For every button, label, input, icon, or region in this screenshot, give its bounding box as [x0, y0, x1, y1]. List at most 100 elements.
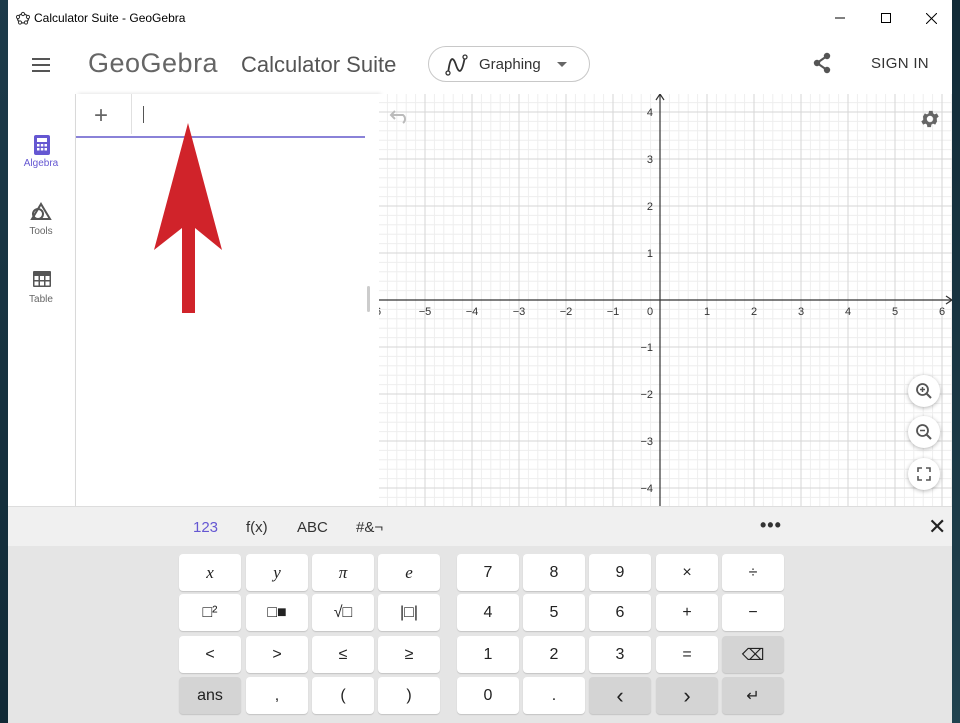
x-tick-label: 5 [892, 306, 898, 318]
key-right-0-3[interactable]: × [656, 554, 718, 591]
y-tick-label: −4 [640, 483, 653, 495]
graphing-icon [445, 54, 468, 76]
key-right-0-4[interactable]: ÷ [722, 554, 784, 591]
keyboard-tab-functions[interactable]: f(x) [246, 519, 268, 536]
keyboard-tab-abc[interactable]: ABC [297, 519, 328, 536]
close-keyboard-button[interactable]: ✕ [928, 514, 946, 540]
key-left-2-0[interactable]: < [179, 636, 241, 673]
add-item-button[interactable]: + [94, 102, 108, 130]
maximize-icon [881, 13, 891, 23]
app-header: GeoGebra Calculator Suite Graphing SIGN … [8, 36, 952, 94]
nav-label-tools: Tools [29, 226, 53, 237]
key-right-1-4[interactable]: − [722, 594, 784, 631]
minimize-button[interactable] [817, 0, 863, 36]
key-left-0-1[interactable]: y [246, 554, 308, 591]
nav-item-algebra[interactable]: Algebra [8, 124, 76, 184]
y-tick-label: 3 [647, 154, 653, 166]
y-tick-label: −1 [640, 342, 653, 354]
key-right-1-3[interactable]: + [656, 594, 718, 631]
panel-resize-handle[interactable] [367, 286, 370, 312]
key-left-1-2[interactable]: √□ [312, 594, 374, 631]
keyboard-tab-123[interactable]: 123 [193, 519, 218, 536]
key-right-0-2[interactable]: 9 [589, 554, 651, 591]
zoom-in-icon [916, 383, 932, 399]
key-right-1-2[interactable]: 6 [589, 594, 651, 631]
key-left-3-1[interactable]: , [246, 677, 308, 714]
maximize-button[interactable] [863, 0, 909, 36]
y-tick-label: −3 [640, 436, 653, 448]
key-right-2-4[interactable]: ⌫ [722, 636, 784, 673]
fullscreen-button[interactable] [908, 458, 940, 490]
nav-item-table[interactable]: Table [8, 260, 76, 320]
key-right-2-3[interactable]: = [656, 636, 718, 673]
graphics-view[interactable]: 6 −5 −4 −3 −2 −1 0 1 2 3 4 5 6 4 3 2 1 −1 −2 −3 −4 [379, 94, 952, 506]
zoom-in-button[interactable] [908, 375, 940, 407]
app-window: Calculator Suite - GeoGebra GeoGebra Cal… [8, 0, 952, 723]
app-picker-label: Graphing [479, 56, 541, 73]
key-right-3-0[interactable]: 0 [457, 677, 519, 714]
settings-gear-icon[interactable] [919, 108, 941, 130]
undo-icon[interactable] [389, 108, 411, 124]
key-left-2-1[interactable]: > [246, 636, 308, 673]
key-left-0-2[interactable]: π [312, 554, 374, 591]
key-left-1-3[interactable]: |□| [378, 594, 440, 631]
key-right-2-0[interactable]: 1 [457, 636, 519, 673]
nav-label-table: Table [29, 294, 53, 305]
key-left-3-0[interactable]: ans [179, 677, 241, 714]
keyboard-tab-symbols[interactable]: #&¬ [356, 519, 383, 536]
geogebra-app-icon [16, 11, 30, 25]
virtual-keyboard: x y π e □² □■ √□ |□| < > ≤ ≥ ans,() 7 8 9 × ÷ 4 5 6 + − 1 2 3 = ⌫ 0.… [8, 546, 952, 723]
key-left-3-3[interactable]: ) [378, 677, 440, 714]
key-right-1-1[interactable]: 5 [523, 594, 585, 631]
key-right-3-4[interactable]: ↵ [722, 677, 784, 714]
window-title: Calculator Suite - GeoGebra [34, 11, 186, 25]
x-tick-label: 3 [798, 306, 804, 318]
hamburger-menu-button[interactable] [28, 54, 54, 76]
app-picker-dropdown[interactable]: Graphing [428, 46, 590, 82]
chevron-down-icon [557, 62, 567, 67]
table-icon [33, 271, 51, 287]
x-tick-label: 1 [704, 306, 710, 318]
y-tick-label: 2 [647, 201, 653, 213]
zoom-out-button[interactable] [908, 416, 940, 448]
key-left-2-3[interactable]: ≥ [378, 636, 440, 673]
share-icon[interactable] [812, 52, 832, 74]
x-tick-label: 4 [845, 306, 851, 318]
key-right-2-2[interactable]: 3 [589, 636, 651, 673]
shapes-icon [30, 202, 52, 220]
x-tick-label: −5 [419, 306, 432, 318]
key-left-1-1[interactable]: □■ [246, 594, 308, 631]
close-icon [925, 12, 937, 24]
key-right-3-1[interactable]: . [523, 677, 585, 714]
keyboard-tab-bar: 123 f(x) ABC #&¬ ••• ✕ [8, 506, 952, 546]
key-left-3-2[interactable]: ( [312, 677, 374, 714]
key-left-0-3[interactable]: e [378, 554, 440, 591]
algebra-view: + [76, 94, 379, 506]
key-left-1-0[interactable]: □² [179, 594, 241, 631]
key-right-2-1[interactable]: 2 [523, 636, 585, 673]
close-window-button[interactable] [908, 0, 952, 36]
side-navigation: Algebra Tools Table [8, 94, 76, 506]
title-bar: Calculator Suite - GeoGebra [8, 0, 952, 36]
y-tick-label: 1 [647, 248, 653, 260]
geogebra-logo: GeoGebra [88, 48, 219, 78]
y-tick-label: −2 [640, 389, 653, 401]
key-right-3-3[interactable]: › [656, 677, 718, 714]
x-tick-label: 6 [939, 306, 945, 318]
fullscreen-icon [917, 467, 931, 481]
key-right-0-1[interactable]: 8 [523, 554, 585, 591]
x-tick-label: −2 [560, 306, 573, 318]
key-right-0-0[interactable]: 7 [457, 554, 519, 591]
nav-item-tools[interactable]: Tools [8, 192, 76, 252]
x-tick-label: −4 [466, 306, 479, 318]
more-options-button[interactable]: ••• [760, 515, 782, 536]
sign-in-button[interactable]: SIGN IN [871, 55, 929, 72]
key-left-2-2[interactable]: ≤ [312, 636, 374, 673]
x-tick-label: −1 [607, 306, 620, 318]
key-right-1-0[interactable]: 4 [457, 594, 519, 631]
key-left-0-0[interactable]: x [179, 554, 241, 591]
x-tick-label: −3 [513, 306, 526, 318]
key-right-3-2[interactable]: ‹ [589, 677, 651, 714]
zoom-out-icon [916, 424, 932, 440]
y-tick-label: 4 [647, 107, 653, 119]
